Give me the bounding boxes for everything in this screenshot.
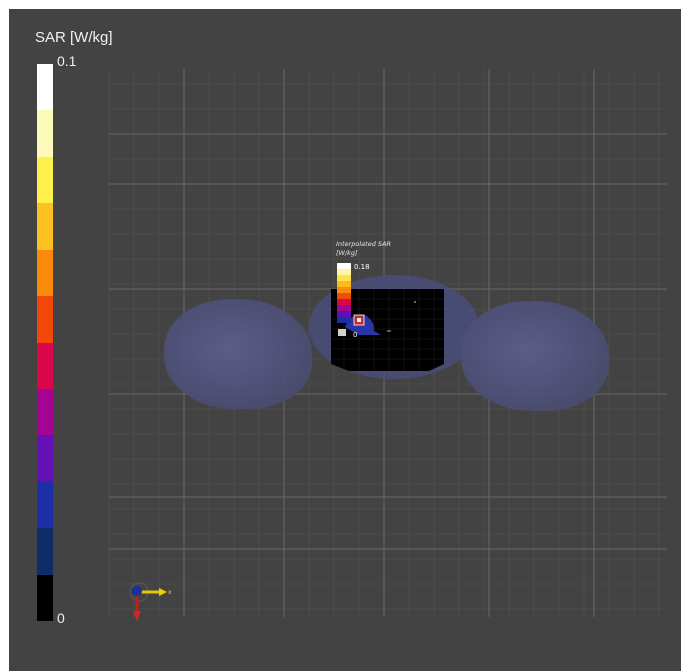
axis-triad-icon[interactable]: x [127, 579, 175, 623]
colorbar-max-label: 0.1 [57, 53, 77, 69]
colorbar-segment [37, 481, 53, 529]
colorbar-title: SAR [W/kg] [35, 29, 113, 46]
colorbar-segment [37, 203, 53, 250]
inset-colorbar-min-label: 0 [353, 331, 358, 339]
axis-x-label: x [168, 589, 172, 596]
colorbar-segment [37, 388, 53, 436]
3d-viewport[interactable]: SAR [W/kg] 0.1 0 Interpolated SAR [W/kg]… [9, 9, 681, 671]
colorbar-segment [37, 296, 53, 343]
colorbar-segment [37, 574, 53, 622]
colorbar-segment [37, 110, 53, 157]
inset-colorbar-segment [337, 317, 351, 323]
inset-colorbar [337, 263, 351, 323]
inset-colorbar-max-label: 0.18 [354, 263, 370, 271]
colorbar-segment [37, 249, 53, 297]
colorbar-segment [37, 435, 53, 482]
colorbar-min-label: 0 [57, 610, 65, 626]
sar-colorbar [37, 64, 53, 622]
colorbar-segment [37, 528, 53, 575]
colorbar-segment [37, 156, 53, 204]
right-head-model [461, 301, 609, 411]
colorbar-segment [37, 342, 53, 389]
inset-reset-icon [338, 329, 346, 336]
colorbar-segment [37, 64, 53, 111]
inset-colorbar-title: Interpolated SAR [W/kg] [336, 240, 391, 257]
left-head-model [164, 299, 312, 409]
